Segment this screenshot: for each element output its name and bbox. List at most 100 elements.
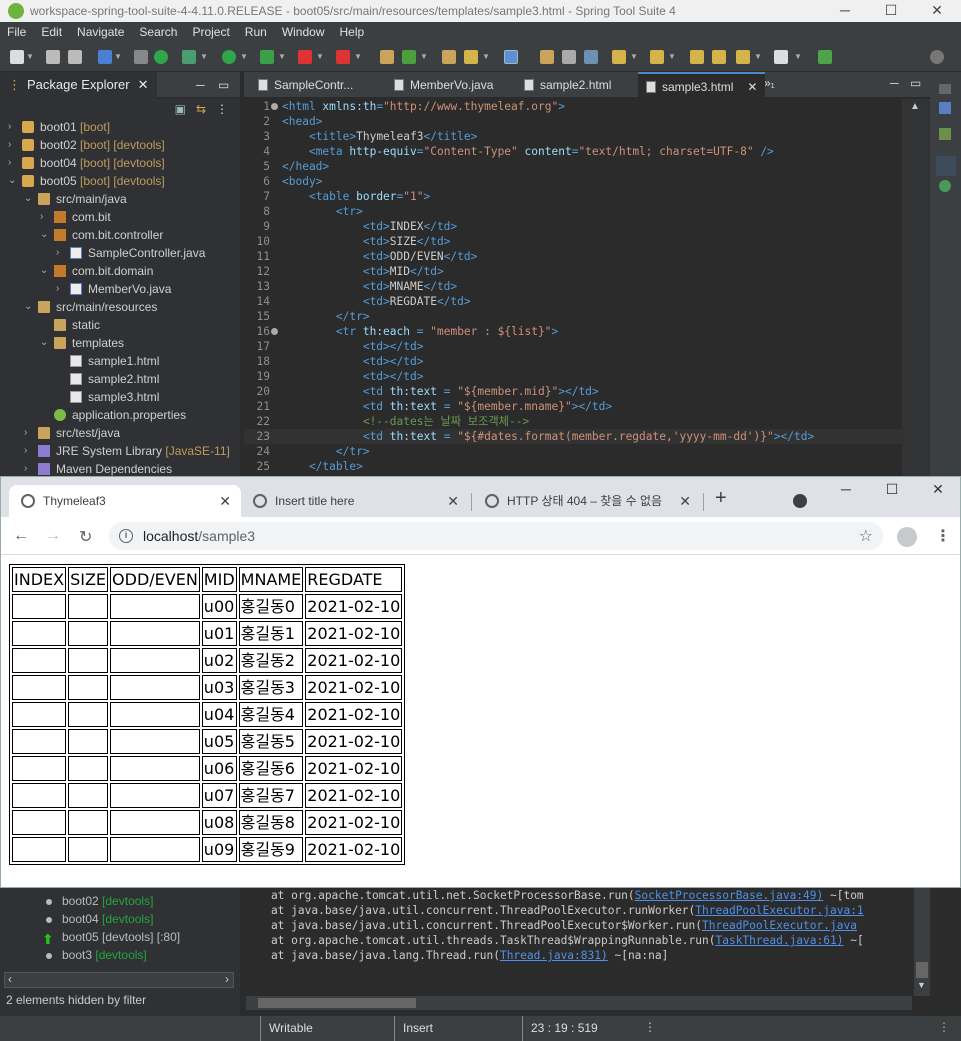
forward-history-icon[interactable] <box>712 50 726 64</box>
menu-run[interactable]: Run <box>238 25 275 39</box>
new-tab-button[interactable]: + <box>715 487 727 510</box>
scroll-up-icon[interactable]: ▲ <box>910 101 920 112</box>
url-text[interactable]: localhost/sample3 <box>143 528 255 544</box>
twisty-icon[interactable]: › <box>24 442 34 460</box>
search-icon[interactable] <box>930 50 944 64</box>
stop-icon[interactable] <box>298 50 312 64</box>
browser-menu-icon[interactable]: ⋮ <box>935 526 951 546</box>
code-area[interactable]: 1 <html xmlns:th="http://www.thymeleaf.or… <box>244 99 930 474</box>
tree-item[interactable]: ⌄ templates <box>0 334 240 352</box>
tip-icon[interactable]: ⋮ <box>938 1020 950 1034</box>
terminal-icon[interactable] <box>98 50 112 64</box>
menu-project[interactable]: Project <box>185 25 237 39</box>
search-tool-icon[interactable] <box>464 50 478 64</box>
tree-item[interactable]: › boot04 [boot] [devtools] <box>0 154 240 172</box>
scroll-left-icon[interactable]: ‹ <box>8 972 12 986</box>
tree-item[interactable]: ⌄ src/main/java <box>0 190 240 208</box>
close-tab-icon[interactable]: ✕ <box>747 80 757 94</box>
console-link[interactable]: SocketProcessorBase.java:49) <box>635 889 824 902</box>
site-info-icon[interactable]: i <box>119 529 133 543</box>
console-horizontal-scrollbar[interactable] <box>246 996 912 1010</box>
relaunch-icon[interactable] <box>336 50 350 64</box>
task-list-icon[interactable] <box>939 128 951 140</box>
skip-breakpoints-icon[interactable] <box>134 50 148 64</box>
close-tab-icon[interactable]: ✕ <box>679 485 691 517</box>
tree-item[interactable]: sample1.html <box>0 352 240 370</box>
boot-dashboard-icon[interactable] <box>154 50 168 64</box>
save-icon[interactable] <box>46 50 60 64</box>
tree-item[interactable]: › boot01 [boot] <box>0 118 240 136</box>
console-link[interactable]: ThreadPoolExecutor.java <box>702 919 857 932</box>
tree-item[interactable]: application.properties <box>0 406 240 424</box>
menu-window[interactable]: Window <box>275 25 333 39</box>
tab-package-explorer[interactable]: ⋮ Package Explorer ✕ <box>0 71 157 98</box>
fold-icon[interactable] <box>271 328 278 335</box>
spring-symbols-icon[interactable] <box>936 156 956 176</box>
editor-scrollbar[interactable]: ▲ <box>902 99 930 476</box>
back-icon[interactable] <box>736 50 750 64</box>
scroll-right-icon[interactable]: › <box>225 972 229 986</box>
scroll-thumb[interactable] <box>916 962 928 978</box>
bookmark-star-icon[interactable]: ☆ <box>859 526 873 546</box>
console-link[interactable]: TaskThread.java:61) <box>715 934 843 947</box>
maximize-icon[interactable]: ☐ <box>868 0 914 22</box>
forward-arrow-icon[interactable]: → <box>45 527 61 545</box>
run-external-icon[interactable] <box>260 50 274 64</box>
browser-maximize-icon[interactable]: ☐ <box>869 481 915 498</box>
menu-file[interactable]: File <box>0 25 34 39</box>
close-tab-icon[interactable]: ✕ <box>219 485 231 517</box>
profile-avatar[interactable] <box>897 527 917 547</box>
show-whitespace-icon[interactable] <box>584 50 598 64</box>
menu-search[interactable]: Search <box>132 25 185 39</box>
browser-close-icon[interactable]: ✕ <box>915 481 961 498</box>
close-tab-icon[interactable]: ✕ <box>447 485 459 517</box>
toggle-mark-icon[interactable] <box>504 50 518 64</box>
scroll-down-icon[interactable]: ▼ <box>917 980 926 990</box>
browser-minimize-icon[interactable]: ─ <box>823 481 869 497</box>
last-edit-icon[interactable] <box>690 50 704 64</box>
reload-icon[interactable]: ↻ <box>79 527 92 547</box>
twisty-icon[interactable]: › <box>8 118 18 136</box>
server-item[interactable]: boot3 [devtools] <box>0 946 240 964</box>
twisty-icon[interactable]: ⌄ <box>24 298 34 316</box>
tree-item[interactable]: ⌄ boot05 [boot] [devtools] <box>0 172 240 190</box>
twisty-icon[interactable]: › <box>56 280 66 298</box>
view-menu-icon[interactable]: ⋮ <box>216 102 228 116</box>
prev-annotation-icon[interactable] <box>650 50 664 64</box>
outline-icon[interactable] <box>939 102 951 114</box>
dashboard-scrollbar[interactable]: ‹ › <box>4 972 234 988</box>
maximize-editor-icon[interactable]: ▭ <box>910 76 921 90</box>
menu-navigate[interactable]: Navigate <box>70 25 132 39</box>
tree-item[interactable]: › MemberVo.java <box>0 280 240 298</box>
next-annotation-icon[interactable] <box>612 50 626 64</box>
tree-item[interactable]: › SampleController.java <box>0 244 240 262</box>
tabs-overflow[interactable]: »₁ <box>764 76 775 90</box>
minimize-editor-icon[interactable]: ─ <box>890 76 899 90</box>
twisty-icon[interactable]: › <box>8 136 18 154</box>
debug-icon[interactable] <box>182 50 196 64</box>
editor-tab[interactable]: sample2.html <box>516 72 619 98</box>
twisty-icon[interactable]: › <box>8 154 18 172</box>
run-icon[interactable] <box>222 50 236 64</box>
twisty-icon[interactable]: ⌄ <box>8 172 18 190</box>
editor-tab[interactable]: SampleContr... <box>250 72 361 98</box>
fold-icon[interactable] <box>271 103 278 110</box>
address-bar[interactable]: i localhost/sample3 ☆ <box>109 522 883 550</box>
open-type-icon[interactable] <box>442 50 456 64</box>
minimize-view-icon[interactable]: ─ <box>196 78 205 92</box>
tree-item[interactable]: ⌄ com.bit.domain <box>0 262 240 280</box>
new-icon[interactable] <box>10 50 24 64</box>
server-item[interactable]: boot04 [devtools] <box>0 910 240 928</box>
annotation-icon[interactable] <box>540 50 554 64</box>
twisty-icon[interactable]: › <box>24 424 34 442</box>
link-editor-icon[interactable]: ⇆ <box>196 102 206 116</box>
tree-item[interactable]: sample2.html <box>0 370 240 388</box>
block-selection-icon[interactable] <box>562 50 576 64</box>
new-class-icon[interactable] <box>402 50 416 64</box>
save-all-icon[interactable] <box>68 50 82 64</box>
editor-tab[interactable]: sample3.html ✕ <box>638 72 766 98</box>
tree-item[interactable]: › com.bit <box>0 208 240 226</box>
twisty-icon[interactable]: › <box>56 244 66 262</box>
console-view-icon[interactable] <box>939 180 951 192</box>
new-java-project-icon[interactable] <box>380 50 394 64</box>
